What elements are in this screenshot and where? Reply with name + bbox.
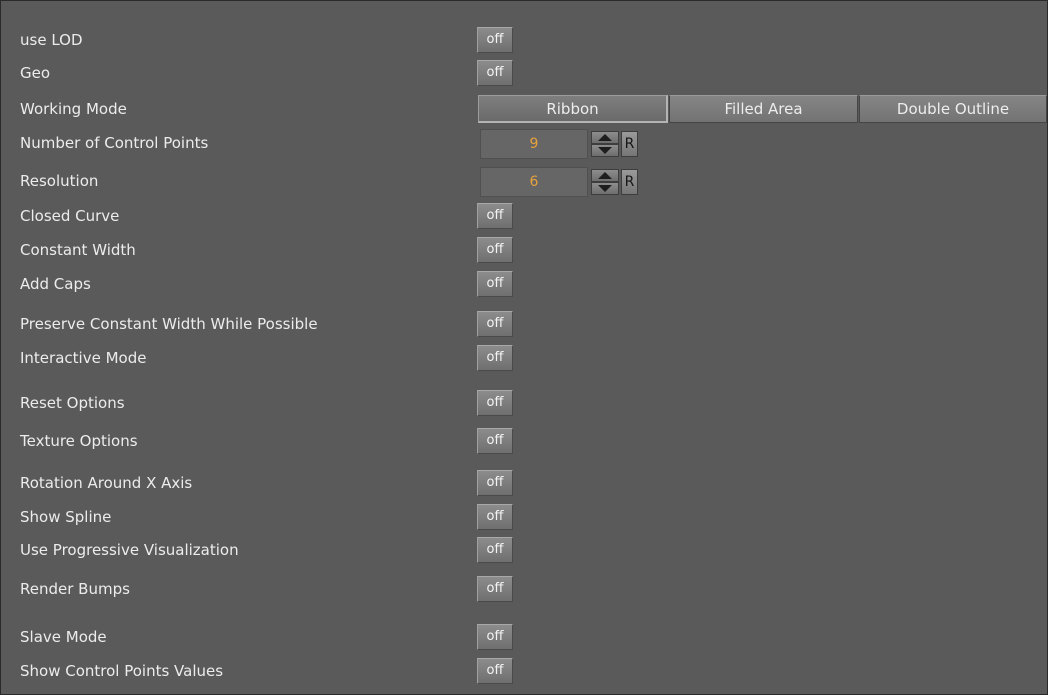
render-bumps-toggle[interactable]: off — [477, 576, 513, 602]
working-mode-ribbon-button[interactable]: Ribbon — [478, 95, 668, 123]
show-control-points-values-label: Show Control Points Values — [20, 662, 224, 680]
reset-options-row: Reset Options off — [1, 389, 1047, 417]
render-bumps-label: Render Bumps — [20, 580, 130, 598]
use-lod-label: use LOD — [20, 31, 83, 49]
interactive-mode-label: Interactive Mode — [20, 349, 147, 367]
control-points-reset-button[interactable]: R — [621, 131, 638, 157]
render-bumps-row: Render Bumps off — [1, 575, 1047, 603]
preserve-constant-width-row: Preserve Constant Width While Possible o… — [1, 310, 1047, 338]
resolution-reset-button[interactable]: R — [621, 169, 638, 195]
add-caps-toggle[interactable]: off — [477, 271, 513, 297]
add-caps-label: Add Caps — [20, 275, 91, 293]
rotation-x-axis-toggle[interactable]: off — [477, 470, 513, 496]
working-mode-label: Working Mode — [20, 100, 127, 118]
resolution-increment-button[interactable] — [591, 169, 619, 182]
show-spline-toggle[interactable]: off — [477, 504, 513, 530]
working-mode-filled-area-button[interactable]: Filled Area — [669, 95, 858, 123]
use-lod-row: use LOD off — [1, 26, 1047, 54]
geo-label: Geo — [20, 64, 51, 82]
control-points-row: Number of Control Points 9 R — [1, 129, 1047, 159]
progressive-visualization-toggle[interactable]: off — [477, 537, 513, 563]
texture-options-row: Texture Options off — [1, 427, 1047, 455]
rotation-x-axis-row: Rotation Around X Axis off — [1, 469, 1047, 497]
resolution-row: Resolution 6 R — [1, 167, 1047, 197]
properties-panel: use LOD off Geo off Working Mode Ribbon … — [0, 0, 1048, 695]
resolution-input[interactable]: 6 — [480, 167, 588, 197]
working-mode-double-outline-button[interactable]: Double Outline — [859, 95, 1047, 123]
rotation-x-axis-label: Rotation Around X Axis — [20, 474, 193, 492]
control-points-increment-button[interactable] — [591, 131, 619, 144]
constant-width-row: Constant Width off — [1, 236, 1047, 264]
reset-options-label: Reset Options — [20, 394, 125, 412]
interactive-mode-toggle[interactable]: off — [477, 345, 513, 371]
resolution-label: Resolution — [20, 172, 99, 190]
preserve-constant-width-toggle[interactable]: off — [477, 311, 513, 337]
constant-width-toggle[interactable]: off — [477, 237, 513, 263]
reset-options-toggle[interactable]: off — [477, 390, 513, 416]
control-points-spinner[interactable] — [591, 131, 619, 157]
progressive-visualization-row: Use Progressive Visualization off — [1, 536, 1047, 564]
closed-curve-toggle[interactable]: off — [477, 203, 513, 229]
texture-options-label: Texture Options — [20, 432, 138, 450]
closed-curve-label: Closed Curve — [20, 207, 120, 225]
show-control-points-values-toggle[interactable]: off — [477, 658, 513, 684]
resolution-spinner[interactable] — [591, 169, 619, 195]
show-spline-row: Show Spline off — [1, 503, 1047, 531]
control-points-label: Number of Control Points — [20, 134, 209, 152]
geo-toggle[interactable]: off — [477, 60, 513, 86]
slave-mode-toggle[interactable]: off — [477, 624, 513, 650]
working-mode-row: Working Mode Ribbon Filled Area Double O… — [1, 95, 1047, 123]
closed-curve-row: Closed Curve off — [1, 202, 1047, 230]
slave-mode-label: Slave Mode — [20, 628, 107, 646]
texture-options-toggle[interactable]: off — [477, 428, 513, 454]
add-caps-row: Add Caps off — [1, 270, 1047, 298]
control-points-input[interactable]: 9 — [480, 129, 588, 159]
progressive-visualization-label: Use Progressive Visualization — [20, 541, 239, 559]
constant-width-label: Constant Width — [20, 241, 136, 259]
preserve-constant-width-label: Preserve Constant Width While Possible — [20, 315, 318, 333]
interactive-mode-row: Interactive Mode off — [1, 344, 1047, 372]
show-spline-label: Show Spline — [20, 508, 112, 526]
arrow-up-icon — [598, 134, 612, 141]
control-points-decrement-button[interactable] — [591, 144, 619, 157]
use-lod-toggle[interactable]: off — [477, 27, 513, 53]
slave-mode-row: Slave Mode off — [1, 623, 1047, 651]
arrow-down-icon — [598, 147, 612, 154]
arrow-up-icon — [598, 172, 612, 179]
geo-row: Geo off — [1, 59, 1047, 87]
show-control-points-values-row: Show Control Points Values off — [1, 657, 1047, 685]
arrow-down-icon — [598, 185, 612, 192]
resolution-decrement-button[interactable] — [591, 182, 619, 195]
